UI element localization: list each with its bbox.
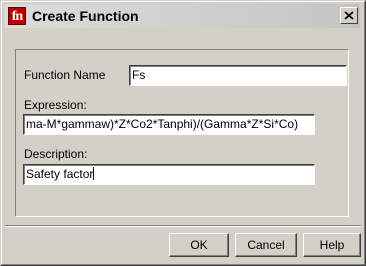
description-value: Safety factor: [26, 167, 94, 181]
close-icon: [344, 11, 354, 20]
expression-input[interactable]: ma-M*gammaw)*Z*Co2*Tanphi)/(Gamma*Z*Si*C…: [23, 114, 315, 135]
expression-value: ma-M*gammaw)*Z*Co2*Tanphi)/(Gamma*Z*Si*C…: [26, 117, 299, 131]
help-button[interactable]: Help: [303, 233, 361, 257]
function-app-icon: fn: [8, 7, 26, 25]
create-function-dialog: fn Create Function Function Name Fs Expr…: [0, 0, 366, 266]
function-name-label: Function Name: [24, 68, 106, 82]
button-separator: [5, 225, 361, 227]
dialog-title: Create Function: [32, 8, 139, 24]
cancel-button[interactable]: Cancel: [235, 233, 297, 257]
function-name-input[interactable]: Fs: [129, 65, 347, 86]
text-caret: [93, 167, 95, 180]
function-name-value: Fs: [132, 68, 146, 82]
description-label: Description:: [24, 147, 88, 161]
close-button[interactable]: [340, 7, 358, 24]
title-bar[interactable]: fn Create Function: [4, 4, 360, 28]
expression-label: Expression:: [24, 98, 87, 112]
ok-button[interactable]: OK: [169, 233, 229, 257]
description-input[interactable]: Safety factor: [23, 164, 315, 185]
